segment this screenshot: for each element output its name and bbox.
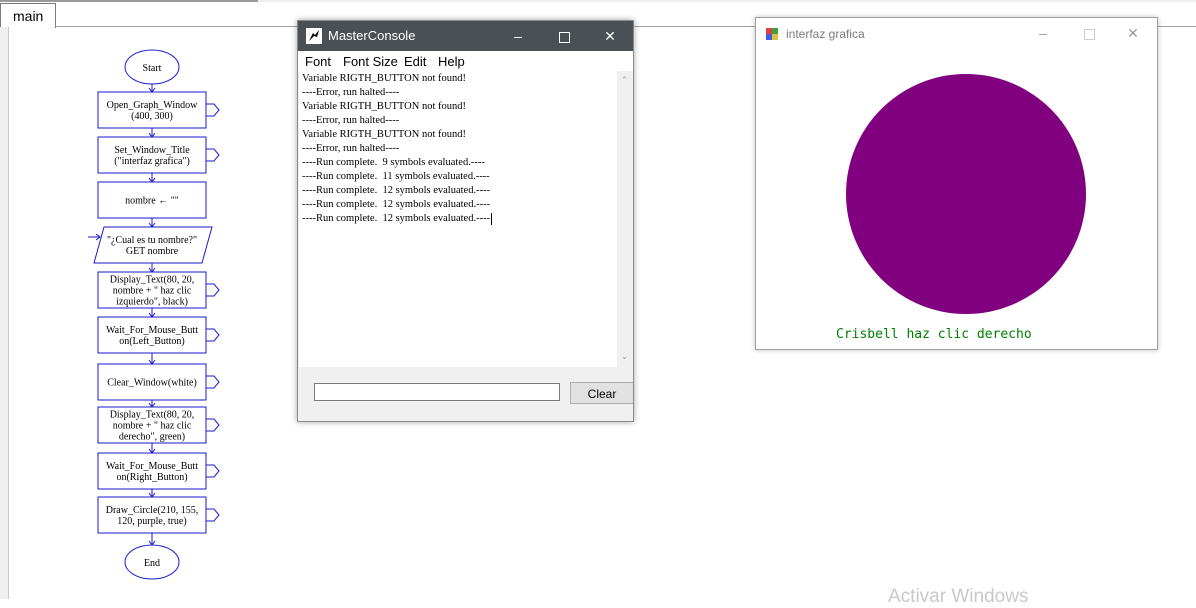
close-button[interactable]: ✕ bbox=[587, 21, 633, 51]
menu-help[interactable]: Help bbox=[438, 54, 465, 69]
menu-font[interactable]: Font bbox=[305, 54, 331, 69]
console-line: ----Run complete. 9 symbols evaluated.--… bbox=[302, 157, 485, 168]
close-icon: ✕ bbox=[604, 28, 616, 44]
graphics-canvas[interactable] bbox=[756, 48, 1157, 349]
menu-edit[interactable]: Edit bbox=[404, 54, 426, 69]
flowchart-canvas: Start Open_Graph_Window(400, 300) Set_Wind… bbox=[88, 49, 220, 580]
close-icon: ✕ bbox=[1127, 25, 1139, 41]
activation-watermark: Activar Windows bbox=[888, 586, 1029, 607]
scroll-down-icon[interactable]: ⌄ bbox=[619, 351, 630, 362]
call-chevron-icon[interactable] bbox=[206, 103, 220, 117]
flow-step-text: Wait_For_Mouse_Butt bbox=[106, 461, 198, 472]
console-line: ----Run complete. 11 symbols evaluated.-… bbox=[302, 171, 490, 182]
master-console-window: MasterConsole – ✕ Font Font Size Edit He… bbox=[297, 20, 634, 422]
call-chevron-icon[interactable] bbox=[206, 283, 220, 297]
purple-circle bbox=[846, 74, 1086, 314]
maximize-icon bbox=[1083, 28, 1095, 40]
call-chevron-icon[interactable] bbox=[206, 375, 220, 389]
minimize-icon: – bbox=[1039, 25, 1047, 41]
console-title: MasterConsole bbox=[328, 28, 416, 43]
flow-step-text: "¿Cual es tu nombre?" bbox=[107, 235, 197, 246]
call-chevron-icon[interactable] bbox=[206, 328, 220, 342]
flow-step-text: Open_Graph_Window bbox=[107, 100, 198, 111]
start-label: Start bbox=[143, 63, 162, 74]
console-menubar: Font Font Size Edit Help bbox=[298, 51, 633, 71]
console-scrollbar[interactable]: ⌃ ⌄ bbox=[617, 71, 632, 367]
menu-font-size[interactable]: Font Size bbox=[343, 54, 398, 69]
graphics-window: interfaz grafica – ✕ Crisbell haz clic d… bbox=[755, 17, 1158, 350]
graphics-close-button[interactable]: ✕ bbox=[1110, 18, 1156, 48]
minimize-icon: – bbox=[514, 28, 522, 44]
flow-step-text: Set_Window_Title bbox=[114, 145, 190, 156]
console-line: ----Run complete. 12 symbols evaluated.-… bbox=[302, 185, 491, 196]
flow-step-text: nombre ← "" bbox=[125, 196, 179, 207]
maximize-icon bbox=[558, 31, 570, 43]
flow-step-text: GET nombre bbox=[126, 246, 179, 257]
window-app-icon bbox=[766, 27, 778, 40]
console-line: Variable RIGTH_BUTTON not found! bbox=[302, 73, 466, 84]
end-label: End bbox=[144, 558, 160, 569]
flow-step-text: derecho", green) bbox=[119, 432, 185, 443]
console-app-icon bbox=[306, 28, 322, 44]
console-line: ----Error, run halted---- bbox=[302, 143, 400, 154]
console-line: ----Error, run halted---- bbox=[302, 115, 400, 126]
flow-step-text: on(Left_Button) bbox=[119, 336, 185, 347]
clear-button[interactable]: Clear bbox=[570, 382, 633, 404]
console-titlebar[interactable]: MasterConsole – ✕ bbox=[298, 21, 633, 51]
graphics-minimize-button[interactable]: – bbox=[1020, 18, 1066, 48]
flow-step-text: on(Right_Button) bbox=[116, 472, 187, 483]
console-output[interactable]: Variable RIGTH_BUTTON not found! ----Erro… bbox=[299, 71, 617, 367]
graphics-window-title: interfaz grafica bbox=[786, 27, 865, 41]
console-line: ----Error, run halted---- bbox=[302, 87, 400, 98]
console-input[interactable] bbox=[314, 383, 560, 401]
flow-step-text: 120, purple, true) bbox=[117, 516, 186, 527]
flow-step-text: Display_Text(80, 20, bbox=[110, 410, 195, 421]
flow-step-text: ("interfaz grafica") bbox=[114, 156, 190, 167]
maximize-button[interactable] bbox=[541, 21, 587, 51]
call-chevron-icon[interactable] bbox=[206, 148, 220, 162]
console-line: Variable RIGTH_BUTTON not found! bbox=[302, 101, 466, 112]
minimize-button[interactable]: – bbox=[495, 21, 541, 51]
console-line: Variable RIGTH_BUTTON not found! bbox=[302, 129, 466, 140]
console-line: ----Run complete. 12 symbols evaluated.-… bbox=[302, 212, 493, 225]
graphics-message: Crisbell haz clic derecho bbox=[836, 327, 1032, 342]
flow-step-text: izquierdo", black) bbox=[116, 297, 188, 308]
graphics-maximize-button[interactable] bbox=[1066, 18, 1112, 48]
text-caret bbox=[491, 212, 493, 225]
flow-step-text: Draw_Circle(210, 155, bbox=[106, 505, 198, 516]
call-chevron-icon[interactable] bbox=[206, 418, 220, 432]
flow-step-text: nombre + " haz clic bbox=[113, 421, 192, 432]
console-line: ----Run complete. 12 symbols evaluated.-… bbox=[302, 199, 491, 210]
flow-step-text: nombre + " haz clic bbox=[113, 286, 192, 297]
flow-step-text: Clear_Window(white) bbox=[107, 378, 197, 389]
call-chevron-icon[interactable] bbox=[206, 508, 220, 522]
flow-step-text: Display_Text(80, 20, bbox=[110, 275, 195, 286]
flow-step-text: (400, 300) bbox=[131, 111, 173, 122]
call-chevron-icon[interactable] bbox=[206, 464, 220, 478]
flow-step-text: Wait_For_Mouse_Butt bbox=[106, 325, 198, 336]
scroll-up-icon[interactable]: ⌃ bbox=[619, 75, 630, 86]
